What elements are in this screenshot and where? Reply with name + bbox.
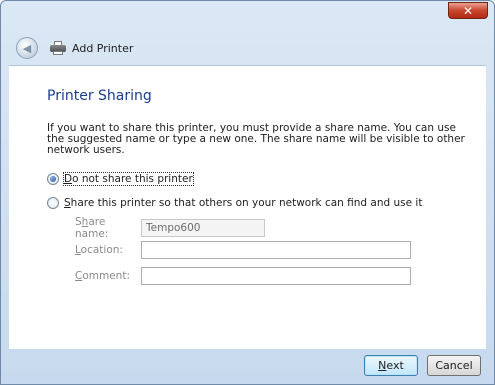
share-name-label: Share name: xyxy=(75,216,109,240)
page-title: Printer Sharing xyxy=(47,88,152,104)
wizard-header: ◀ Add Printer xyxy=(9,31,486,65)
share-printer-option[interactable]: Share this printer so that others on you… xyxy=(47,197,422,209)
do-not-share-option[interactable]: Do not share this printer xyxy=(47,172,194,186)
comment-label: Comment: xyxy=(75,270,130,282)
back-arrow-icon: ◀ xyxy=(22,41,32,55)
do-not-share-radio[interactable] xyxy=(47,173,59,185)
add-printer-window: ✕ ◀ Add Printer Printer Sharing If you w… xyxy=(0,0,495,385)
printer-icon xyxy=(50,41,66,55)
comment-row: Comment: xyxy=(75,267,411,285)
close-icon: ✕ xyxy=(462,3,474,18)
share-name-input[interactable] xyxy=(141,219,265,237)
share-name-row: Share name: xyxy=(75,216,265,240)
location-row: Location: xyxy=(75,241,411,259)
do-not-share-label[interactable]: Do not share this printer xyxy=(63,172,194,186)
share-printer-label[interactable]: Share this printer so that others on you… xyxy=(64,197,422,209)
back-button[interactable]: ◀ xyxy=(16,37,38,59)
wizard-content: Printer Sharing If you want to share thi… xyxy=(9,65,486,349)
page-description: If you want to share this printer, you m… xyxy=(47,122,465,156)
window-title: Add Printer xyxy=(72,41,134,55)
location-input[interactable] xyxy=(141,241,411,259)
close-button[interactable]: ✕ xyxy=(448,2,488,19)
next-button[interactable]: Next xyxy=(364,355,418,376)
comment-input[interactable] xyxy=(141,267,411,285)
wizard-footer: Next Cancel xyxy=(9,349,486,379)
share-printer-radio[interactable] xyxy=(47,197,59,209)
cancel-button[interactable]: Cancel xyxy=(427,355,481,376)
location-label: Location: xyxy=(75,244,123,256)
